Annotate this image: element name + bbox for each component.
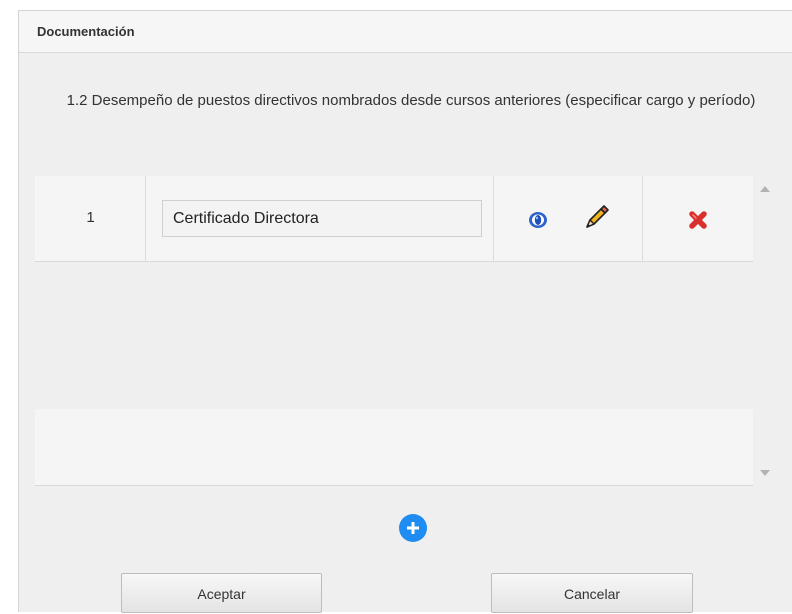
add-document-button[interactable] (399, 514, 427, 542)
table-row: 1 Certificado Directora (35, 176, 753, 262)
scroll-down-arrow-icon[interactable] (760, 470, 770, 476)
documentation-panel: Documentación 1.2 Desempeño de puestos d… (18, 10, 792, 613)
row-number: 1 (86, 209, 95, 226)
accept-button[interactable]: Aceptar (121, 573, 322, 613)
document-name-cell: Certificado Directora (146, 176, 494, 262)
grid-scrollbar[interactable] (755, 176, 775, 486)
panel-title: Documentación (37, 24, 135, 39)
delete-x-icon[interactable] (687, 209, 709, 231)
delete-cell (643, 176, 753, 262)
grid-footer (35, 409, 753, 486)
question-text: 1.2 Desempeño de puestos directivos nomb… (66, 92, 756, 109)
document-name-field[interactable]: Certificado Directora (162, 200, 482, 237)
edit-pencil-icon[interactable] (581, 203, 611, 233)
plus-circle-icon (407, 522, 419, 534)
actions-cell (494, 176, 643, 262)
view-icon[interactable] (527, 209, 549, 231)
scroll-up-arrow-icon[interactable] (760, 186, 770, 192)
row-number-cell: 1 (35, 176, 146, 262)
panel-header: Documentación (19, 11, 792, 53)
cancel-button[interactable]: Cancelar (491, 573, 693, 613)
